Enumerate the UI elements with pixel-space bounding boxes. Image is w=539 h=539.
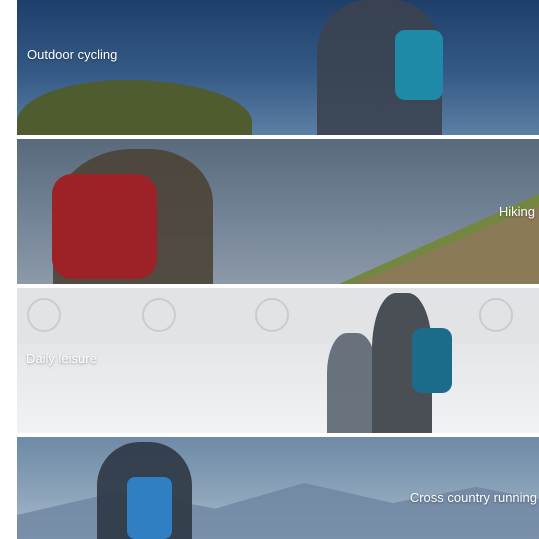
outdoor-cycling-panel: Outdoor cycling (17, 0, 539, 135)
daily-leisure-panel: Daily leisure (17, 288, 539, 433)
rosette-icon (479, 298, 513, 332)
rosette-icon (255, 298, 289, 332)
cross-country-running-caption: Cross country running (409, 490, 537, 505)
hiking-panel: Hiking (17, 139, 539, 284)
daily-leisure-caption: Daily leisure (26, 351, 97, 366)
backpack-image (412, 328, 452, 393)
backpack-image (52, 174, 157, 279)
hiking-caption: Hiking (498, 204, 535, 219)
vest-image (127, 477, 172, 539)
woman-image (327, 333, 377, 433)
rosette-icon (27, 298, 61, 332)
outdoor-cycling-caption: Outdoor cycling (27, 47, 118, 62)
cross-country-running-panel: Cross country running (17, 437, 539, 539)
rosette-icon (142, 298, 176, 332)
hill-image (17, 80, 252, 135)
backpack-image (395, 30, 443, 100)
